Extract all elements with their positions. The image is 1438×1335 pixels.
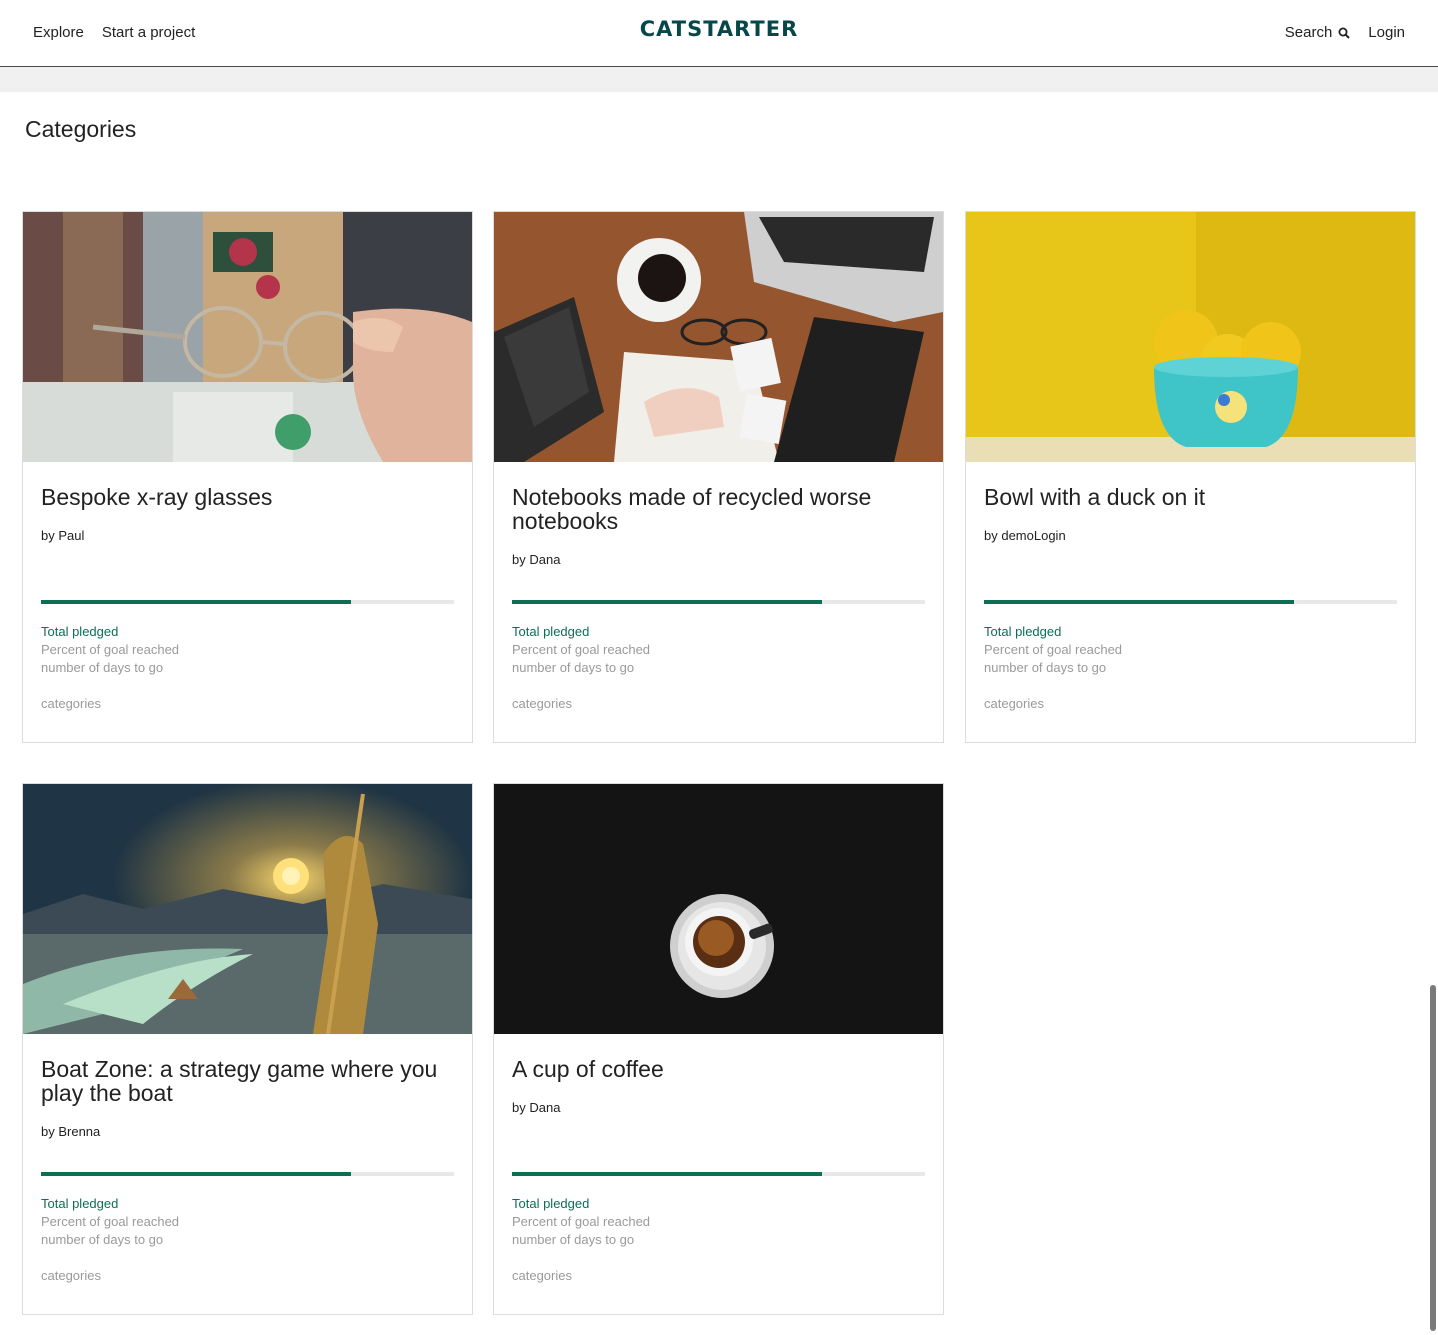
project-author: by Brenna — [41, 1124, 101, 1139]
project-title[interactable]: Notebooks made of recycled worse noteboo… — [512, 485, 922, 533]
project-card[interactable]: A cup of coffee by Dana Total pledged Pe… — [493, 783, 944, 1315]
top-navigation-bar: Explore Start a project CATSTARTER Searc… — [0, 0, 1438, 67]
total-pledged: Total pledged — [512, 1196, 590, 1211]
days-to-go: number of days to go — [984, 660, 1107, 675]
categories-link[interactable]: categories — [41, 1268, 101, 1283]
funding-progress-fill — [512, 1172, 822, 1176]
funding-progress-bar — [41, 600, 454, 604]
categories-link[interactable]: categories — [41, 696, 101, 711]
project-author: by Dana — [512, 1100, 561, 1115]
categories-link[interactable]: categories — [512, 1268, 572, 1283]
total-pledged: Total pledged — [41, 1196, 119, 1211]
banner-strip — [0, 67, 1438, 92]
percent-goal: Percent of goal reached — [41, 642, 180, 657]
total-pledged: Total pledged — [984, 624, 1062, 639]
funding-progress-bar — [512, 1172, 925, 1176]
days-to-go: number of days to go — [512, 660, 635, 675]
days-to-go: number of days to go — [41, 660, 164, 675]
project-card[interactable]: Bespoke x-ray glasses by Paul Total pled… — [22, 211, 473, 743]
coffee-cup-photo[interactable] — [494, 784, 943, 1034]
project-title[interactable]: Boat Zone: a strategy game where you pla… — [41, 1057, 451, 1105]
total-pledged: Total pledged — [512, 624, 590, 639]
lemon-bowl-photo[interactable] — [966, 212, 1415, 462]
login-link[interactable]: Login — [1368, 24, 1405, 41]
lantern-statue-photo[interactable] — [23, 784, 472, 1034]
percent-goal: Percent of goal reached — [984, 642, 1123, 657]
percent-goal: Percent of goal reached — [512, 642, 651, 657]
desk-notebook-photo[interactable] — [494, 212, 943, 462]
glasses-photo[interactable] — [23, 212, 472, 462]
project-card[interactable]: Boat Zone: a strategy game where you pla… — [22, 783, 473, 1315]
percent-goal: Percent of goal reached — [512, 1214, 651, 1229]
funding-progress-bar — [984, 600, 1397, 604]
search-label: Search — [1284, 24, 1333, 41]
project-title[interactable]: Bespoke x-ray glasses — [41, 485, 451, 509]
days-to-go: number of days to go — [41, 1232, 164, 1247]
funding-progress-fill — [41, 600, 351, 604]
funding-progress-fill — [984, 600, 1294, 604]
funding-progress-fill — [41, 1172, 351, 1176]
project-card[interactable]: Notebooks made of recycled worse noteboo… — [493, 211, 944, 743]
project-author: by Paul — [41, 528, 85, 543]
search-button[interactable]: Search — [1285, 24, 1351, 41]
total-pledged: Total pledged — [41, 624, 119, 639]
project-author: by demoLogin — [984, 528, 1066, 543]
categories-link[interactable]: categories — [512, 696, 572, 711]
project-title[interactable]: Bowl with a duck on it — [984, 485, 1394, 509]
search-icon — [1338, 27, 1351, 39]
days-to-go: number of days to go — [512, 1232, 635, 1247]
funding-progress-fill — [512, 600, 822, 604]
funding-progress-bar — [512, 600, 925, 604]
site-logo[interactable]: CATSTARTER — [0, 17, 1438, 41]
percent-goal: Percent of goal reached — [41, 1214, 180, 1229]
page-title: Categories — [25, 116, 137, 142]
project-card[interactable]: Bowl with a duck on it by demoLogin Tota… — [965, 211, 1416, 743]
funding-progress-bar — [41, 1172, 454, 1176]
project-title[interactable]: A cup of coffee — [512, 1057, 922, 1081]
page-scrollbar[interactable] — [1430, 985, 1436, 1331]
secondary-nav: Search Login — [1285, 24, 1405, 41]
project-author: by Dana — [512, 552, 561, 567]
categories-link[interactable]: categories — [984, 696, 1044, 711]
